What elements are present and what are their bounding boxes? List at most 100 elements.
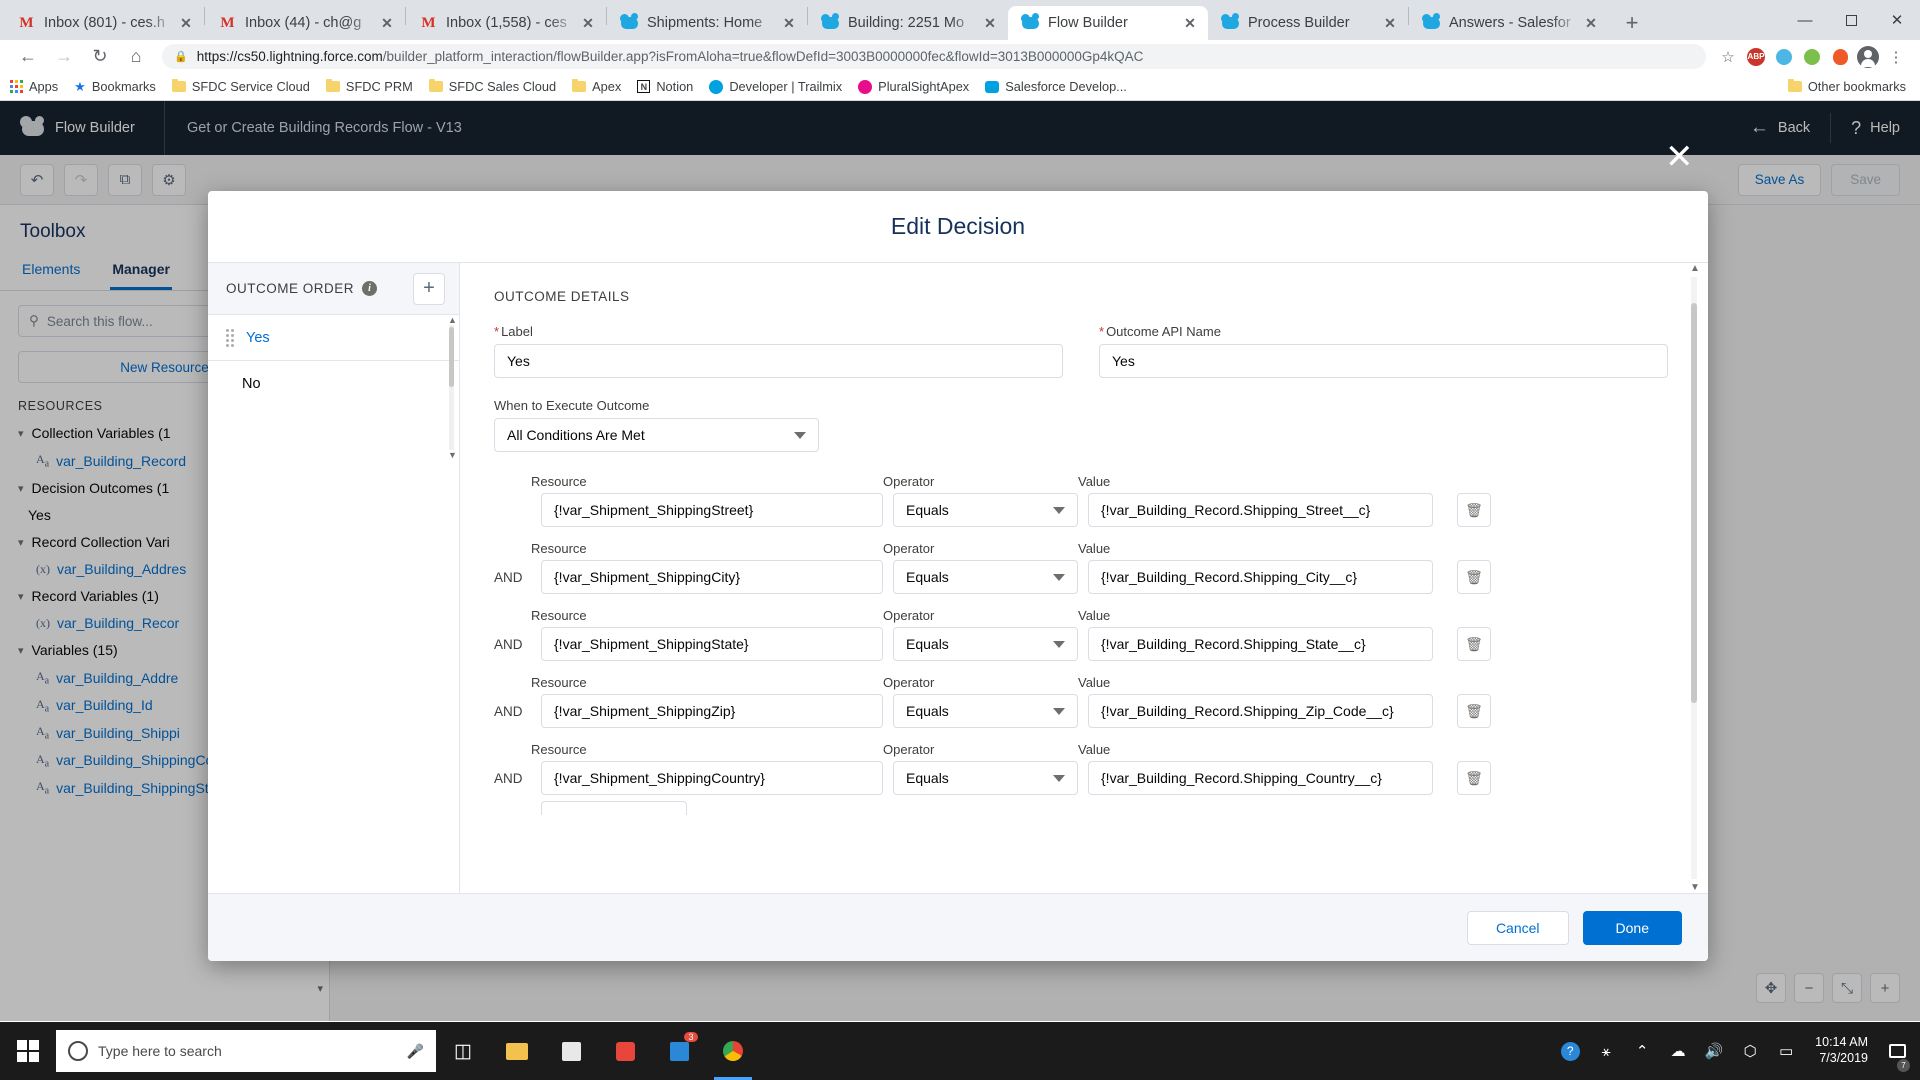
show-hidden-icons[interactable]: ⌃ xyxy=(1625,1022,1659,1080)
condition-operator-select[interactable]: Equals xyxy=(893,694,1078,728)
close-icon[interactable]: ✕ xyxy=(1665,140,1694,174)
profile-avatar-icon[interactable] xyxy=(1854,43,1882,71)
close-icon[interactable]: ✕ xyxy=(1380,15,1400,32)
condition-operator-select[interactable]: Equals xyxy=(893,493,1078,527)
onedrive-icon[interactable]: ☁ xyxy=(1661,1022,1695,1080)
condition-resource-input[interactable]: {!var_Shipment_ShippingState} xyxy=(541,627,883,661)
bookmark-apps[interactable]: Apps xyxy=(10,79,58,94)
bookmark-developer-trailmix[interactable]: Developer | Trailmix xyxy=(709,79,842,94)
maximize-button[interactable] xyxy=(1828,0,1874,40)
notifications-icon[interactable]: 7 xyxy=(1880,1022,1914,1080)
drag-handle-icon[interactable] xyxy=(226,328,234,347)
outcome-list-item-yes[interactable]: Yes xyxy=(208,315,459,361)
browser-tab[interactable]: Process Builder ✕ xyxy=(1208,6,1408,40)
bookmark-salesforce-develop[interactable]: Salesforce Develop... xyxy=(985,79,1127,94)
fire-extension-icon[interactable] xyxy=(1826,43,1854,71)
close-icon[interactable]: ✕ xyxy=(1180,15,1200,32)
delete-condition-button[interactable]: 🗑 xyxy=(1457,761,1491,795)
bookmark-sfdc-service-cloud[interactable]: SFDC Service Cloud xyxy=(171,78,310,94)
chrome-menu-icon[interactable]: ⋮ xyxy=(1882,43,1910,71)
bookmark-notion[interactable]: N Notion xyxy=(637,79,693,94)
bookmark-sfdc-sales-cloud[interactable]: SFDC Sales Cloud xyxy=(428,78,556,94)
cancel-button[interactable]: Cancel xyxy=(1466,910,1569,945)
scroll-up-icon[interactable]: ▲ xyxy=(1690,263,1700,274)
done-button[interactable]: Done xyxy=(1582,910,1682,945)
condition-resource-input[interactable]: {!var_Shipment_ShippingZip} xyxy=(541,694,883,728)
microphone-icon[interactable]: 🎤 xyxy=(407,1043,424,1060)
condition-value-input[interactable]: {!var_Building_Record.Shipping_City__c} xyxy=(1088,560,1433,594)
browser-tab[interactable]: Answers - Salesfor ✕ xyxy=(1409,6,1609,40)
microsoft-store-icon[interactable] xyxy=(544,1022,598,1080)
condition-resource-input[interactable]: {!var_Shipment_ShippingCity} xyxy=(541,560,883,594)
close-icon[interactable]: ✕ xyxy=(176,15,196,32)
condition-operator-select[interactable]: Equals xyxy=(893,627,1078,661)
scroll-up-icon[interactable]: ▲ xyxy=(448,315,457,325)
other-bookmarks-button[interactable]: Other bookmarks xyxy=(1787,78,1906,94)
condition-value-input[interactable]: {!var_Building_Record.Shipping_Country__… xyxy=(1088,761,1433,795)
address-bar[interactable]: 🔒 https://cs50.lightning.force.com/build… xyxy=(162,44,1706,69)
browser-tab[interactable]: Shipments: Home ✕ xyxy=(607,6,807,40)
pin-app-icon[interactable] xyxy=(598,1022,652,1080)
bookmark-apex[interactable]: Apex xyxy=(572,78,621,94)
api-name-input[interactable]: Yes xyxy=(1099,344,1668,378)
bookmark-pluralsightapex[interactable]: PluralSightApex xyxy=(858,79,969,94)
bookmark-star-icon[interactable]: ☆ xyxy=(1714,43,1742,71)
browser-tab[interactable]: Building: 2251 Mo ✕ xyxy=(808,6,1008,40)
condition-value-input[interactable]: {!var_Building_Record.Shipping_State__c} xyxy=(1088,627,1433,661)
search-extension-icon[interactable] xyxy=(1770,43,1798,71)
condition-operator-select[interactable]: Equals xyxy=(893,761,1078,795)
condition-value-input[interactable]: {!var_Building_Record.Shipping_Zip_Code_… xyxy=(1088,694,1433,728)
scroll-down-icon[interactable]: ▼ xyxy=(448,450,457,460)
taskbar-clock[interactable]: 10:14 AM 7/3/2019 xyxy=(1805,1035,1878,1066)
outcome-list-item-no[interactable]: No xyxy=(208,361,459,407)
delete-condition-button[interactable]: 🗑 xyxy=(1457,627,1491,661)
back-icon[interactable]: ← xyxy=(10,43,46,71)
puzzle-extension-icon[interactable] xyxy=(1798,43,1826,71)
outlook-icon[interactable]: 3 xyxy=(652,1022,706,1080)
reload-icon[interactable]: ↻ xyxy=(82,43,118,71)
start-button[interactable] xyxy=(0,1022,56,1080)
add-condition-button-partial[interactable] xyxy=(541,801,687,815)
file-explorer-icon[interactable] xyxy=(490,1022,544,1080)
forward-icon[interactable]: → xyxy=(46,43,82,71)
details-scrollbar[interactable]: ▲ ▼ xyxy=(1688,263,1700,893)
add-outcome-button[interactable]: + xyxy=(413,272,445,305)
delete-condition-button[interactable]: 🗑 xyxy=(1457,560,1491,594)
bookmark-bookmarks[interactable]: ★ Bookmarks xyxy=(74,79,156,95)
delete-condition-button[interactable]: 🗑 xyxy=(1457,694,1491,728)
edit-decision-modal: Edit Decision OUTCOME ORDER i + Yes No ▲… xyxy=(208,191,1708,961)
chrome-icon[interactable] xyxy=(706,1022,760,1080)
people-icon[interactable]: ⚹ xyxy=(1589,1022,1623,1080)
close-icon[interactable]: ✕ xyxy=(377,15,397,32)
condition-resource-input[interactable]: {!var_Shipment_ShippingStreet} xyxy=(541,493,883,527)
close-icon[interactable]: ✕ xyxy=(1581,15,1601,32)
condition-value-input[interactable]: {!var_Building_Record.Shipping_Street__c… xyxy=(1088,493,1433,527)
label-input[interactable]: Yes xyxy=(494,344,1063,378)
close-icon[interactable]: ✕ xyxy=(779,15,799,32)
outcome-list-scrollbar[interactable]: ▲ ▼ xyxy=(447,315,457,460)
minimize-button[interactable]: — xyxy=(1782,0,1828,40)
close-icon[interactable]: ✕ xyxy=(980,15,1000,32)
browser-tab[interactable]: M Inbox (1,558) - ces ✕ xyxy=(406,6,606,40)
browser-tab[interactable]: M Inbox (801) - ces.h ✕ xyxy=(4,6,204,40)
browser-tab-active[interactable]: Flow Builder ✕ xyxy=(1008,6,1208,40)
battery-icon[interactable]: ▭ xyxy=(1769,1022,1803,1080)
browser-tab[interactable]: M Inbox (44) - ch@g ✕ xyxy=(205,6,405,40)
close-icon[interactable]: ✕ xyxy=(578,15,598,32)
delete-condition-button[interactable]: 🗑 xyxy=(1457,493,1491,527)
info-icon[interactable]: i xyxy=(362,281,377,296)
adblock-extension-icon[interactable]: ABP xyxy=(1742,43,1770,71)
network-icon[interactable]: ⬡ xyxy=(1733,1022,1767,1080)
condition-operator-select[interactable]: Equals xyxy=(893,560,1078,594)
task-view-icon[interactable]: ◫ xyxy=(436,1022,490,1080)
scroll-down-icon[interactable]: ▼ xyxy=(1690,882,1700,893)
home-icon[interactable]: ⌂ xyxy=(118,43,154,71)
volume-icon[interactable]: 🔊 xyxy=(1697,1022,1731,1080)
close-window-button[interactable]: ✕ xyxy=(1874,0,1920,40)
taskbar-search-input[interactable]: Type here to search 🎤 xyxy=(56,1030,436,1072)
help-icon[interactable]: ? xyxy=(1553,1022,1587,1080)
new-tab-button[interactable]: + xyxy=(1615,8,1649,38)
when-to-execute-select[interactable]: All Conditions Are Met xyxy=(494,418,819,452)
condition-resource-input[interactable]: {!var_Shipment_ShippingCountry} xyxy=(541,761,883,795)
bookmark-sfdc-prm[interactable]: SFDC PRM xyxy=(325,78,413,94)
